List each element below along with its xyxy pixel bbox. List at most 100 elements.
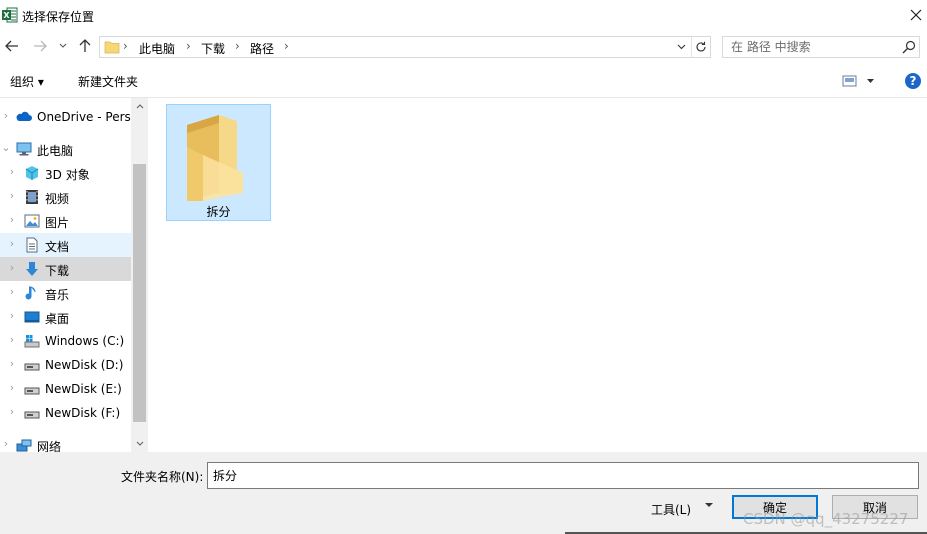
search-box[interactable] xyxy=(722,36,920,58)
recent-locations-button[interactable] xyxy=(56,35,70,57)
arrow-up-icon xyxy=(79,39,91,52)
music-icon xyxy=(25,286,36,300)
navigation-pane: › OneDrive - Perso ⌄ 此电脑 › 3D 对象 › 视频 › … xyxy=(0,98,148,454)
breadcrumb-path[interactable]: 路径 xyxy=(250,40,274,57)
arrow-left-icon xyxy=(5,40,18,52)
drive-icon xyxy=(24,387,40,395)
address-dropdown-button[interactable] xyxy=(673,37,689,57)
help-icon[interactable]: ? xyxy=(905,73,921,89)
tree-item-desktop[interactable]: › 桌面 xyxy=(0,305,131,329)
excel-icon: X xyxy=(2,7,18,23)
tools-button[interactable]: 工具(L) xyxy=(651,498,723,520)
chevron-right-icon[interactable]: › xyxy=(6,285,18,298)
scroll-up-button[interactable] xyxy=(131,98,148,115)
search-icon[interactable] xyxy=(901,39,917,55)
tree-item-drive-d[interactable]: › NewDisk (D:) xyxy=(0,353,131,377)
chevron-down-icon xyxy=(59,43,67,48)
breadcrumb-downloads[interactable]: 下载 xyxy=(201,40,225,57)
tree-item-label: 图片 xyxy=(45,216,70,230)
tree-item-label: NewDisk (E:) xyxy=(45,382,122,396)
chevron-right-icon[interactable]: › xyxy=(6,357,18,370)
window-title: 选择保存位置 xyxy=(22,10,95,24)
chevron-right-icon[interactable]: › xyxy=(0,109,12,122)
tree-item-pictures[interactable]: › 图片 xyxy=(0,209,131,233)
back-button[interactable] xyxy=(2,35,22,57)
command-bar: 组织 ▾ 新建文件夹 ? xyxy=(0,66,927,96)
scrollbar-thumb[interactable] xyxy=(133,164,146,422)
address-bar[interactable]: › 此电脑 › 下载 › 路径 › xyxy=(99,36,711,58)
chevron-right-icon[interactable]: › xyxy=(6,381,18,394)
chevron-down-icon xyxy=(705,503,713,507)
network-icon xyxy=(16,439,32,452)
up-button[interactable] xyxy=(75,35,95,57)
tree-item-label: OneDrive - Perso xyxy=(37,110,131,124)
search-input[interactable] xyxy=(731,39,891,55)
documents-icon xyxy=(26,237,38,253)
3d-objects-icon xyxy=(25,166,39,180)
chevron-right-icon[interactable]: › xyxy=(6,405,18,418)
organize-button[interactable]: 组织 ▾ xyxy=(10,73,44,90)
folder-name-input[interactable] xyxy=(207,462,919,489)
view-options-icon xyxy=(842,75,874,87)
tree-item-onedrive[interactable]: › OneDrive - Perso xyxy=(0,105,131,129)
tree-item-label: NewDisk (D:) xyxy=(45,358,124,372)
navigation-bar: › 此电脑 › 下载 › 路径 › xyxy=(0,33,927,61)
tree-item-label: Windows (C:) xyxy=(45,334,125,348)
computer-icon xyxy=(16,142,32,156)
arrow-right-icon xyxy=(34,40,47,52)
breadcrumb-separator: › xyxy=(235,39,240,53)
refresh-button[interactable] xyxy=(691,37,709,57)
tree-item-label: 下载 xyxy=(45,264,70,278)
tree-item-network[interactable]: › 网络 xyxy=(0,433,131,454)
chevron-down-icon[interactable]: ⌄ xyxy=(0,141,12,154)
drive-icon xyxy=(24,363,40,371)
title-bar: X 选择保存位置 xyxy=(0,0,927,31)
chevron-right-icon[interactable]: › xyxy=(6,333,18,346)
breadcrumb-separator: › xyxy=(123,39,128,53)
breadcrumb-separator: › xyxy=(186,39,191,53)
forward-button[interactable] xyxy=(30,35,50,57)
chevron-right-icon[interactable]: › xyxy=(6,237,18,250)
windows-drive-icon xyxy=(24,335,40,348)
chevron-right-icon[interactable]: › xyxy=(6,213,18,226)
tree-item-3d-objects[interactable]: › 3D 对象 xyxy=(0,161,131,185)
tree-item-label: 桌面 xyxy=(45,312,70,326)
tree-item-downloads[interactable]: › 下载 xyxy=(0,257,131,281)
navigation-scrollbar[interactable] xyxy=(131,98,148,452)
breadcrumb-separator: › xyxy=(284,39,289,53)
chevron-up-icon xyxy=(136,104,143,109)
tree-item-documents[interactable]: › 文档 xyxy=(0,233,131,257)
chevron-right-icon[interactable]: › xyxy=(0,437,12,450)
tree-item-label: 文档 xyxy=(45,240,70,254)
tree-item-music[interactable]: › 音乐 xyxy=(0,281,131,305)
downloads-icon xyxy=(26,262,38,276)
dialog-footer: 文件夹名称(N): 工具(L) 确定 取消 CSDN @qq_43275227 xyxy=(0,452,927,534)
tools-label: 工具(L) xyxy=(651,503,692,517)
watermark: CSDN @qq_43275227 xyxy=(743,510,909,528)
tree-item-drive-c[interactable]: › Windows (C:) xyxy=(0,329,131,353)
scroll-down-button[interactable] xyxy=(131,435,148,452)
tree-item-label: NewDisk (F:) xyxy=(45,406,121,420)
tree-item-drive-f[interactable]: › NewDisk (F:) xyxy=(0,401,131,425)
folder-item[interactable]: 拆分 xyxy=(166,104,271,221)
new-folder-button[interactable]: 新建文件夹 xyxy=(78,73,138,90)
tree-item-drive-e[interactable]: › NewDisk (E:) xyxy=(0,377,131,401)
file-list[interactable]: 拆分 xyxy=(148,98,927,452)
refresh-icon xyxy=(695,41,706,52)
chevron-down-icon xyxy=(677,44,685,50)
close-icon xyxy=(910,9,922,21)
chevron-right-icon[interactable]: › xyxy=(6,309,18,322)
tree-item-label: 视频 xyxy=(45,192,70,206)
chevron-right-icon[interactable]: › xyxy=(6,165,18,178)
desktop-icon xyxy=(24,311,40,323)
tree-item-label: 音乐 xyxy=(45,288,70,302)
close-button[interactable] xyxy=(906,5,926,25)
folder-name: 拆分 xyxy=(206,205,231,219)
tree-item-this-pc[interactable]: ⌄ 此电脑 xyxy=(0,137,131,161)
breadcrumb-this-pc[interactable]: 此电脑 xyxy=(139,40,175,57)
chevron-right-icon[interactable]: › xyxy=(6,261,18,274)
chevron-right-icon[interactable]: › xyxy=(6,189,18,202)
video-icon xyxy=(26,190,38,204)
change-view-button[interactable] xyxy=(842,73,876,89)
tree-item-videos[interactable]: › 视频 xyxy=(0,185,131,209)
